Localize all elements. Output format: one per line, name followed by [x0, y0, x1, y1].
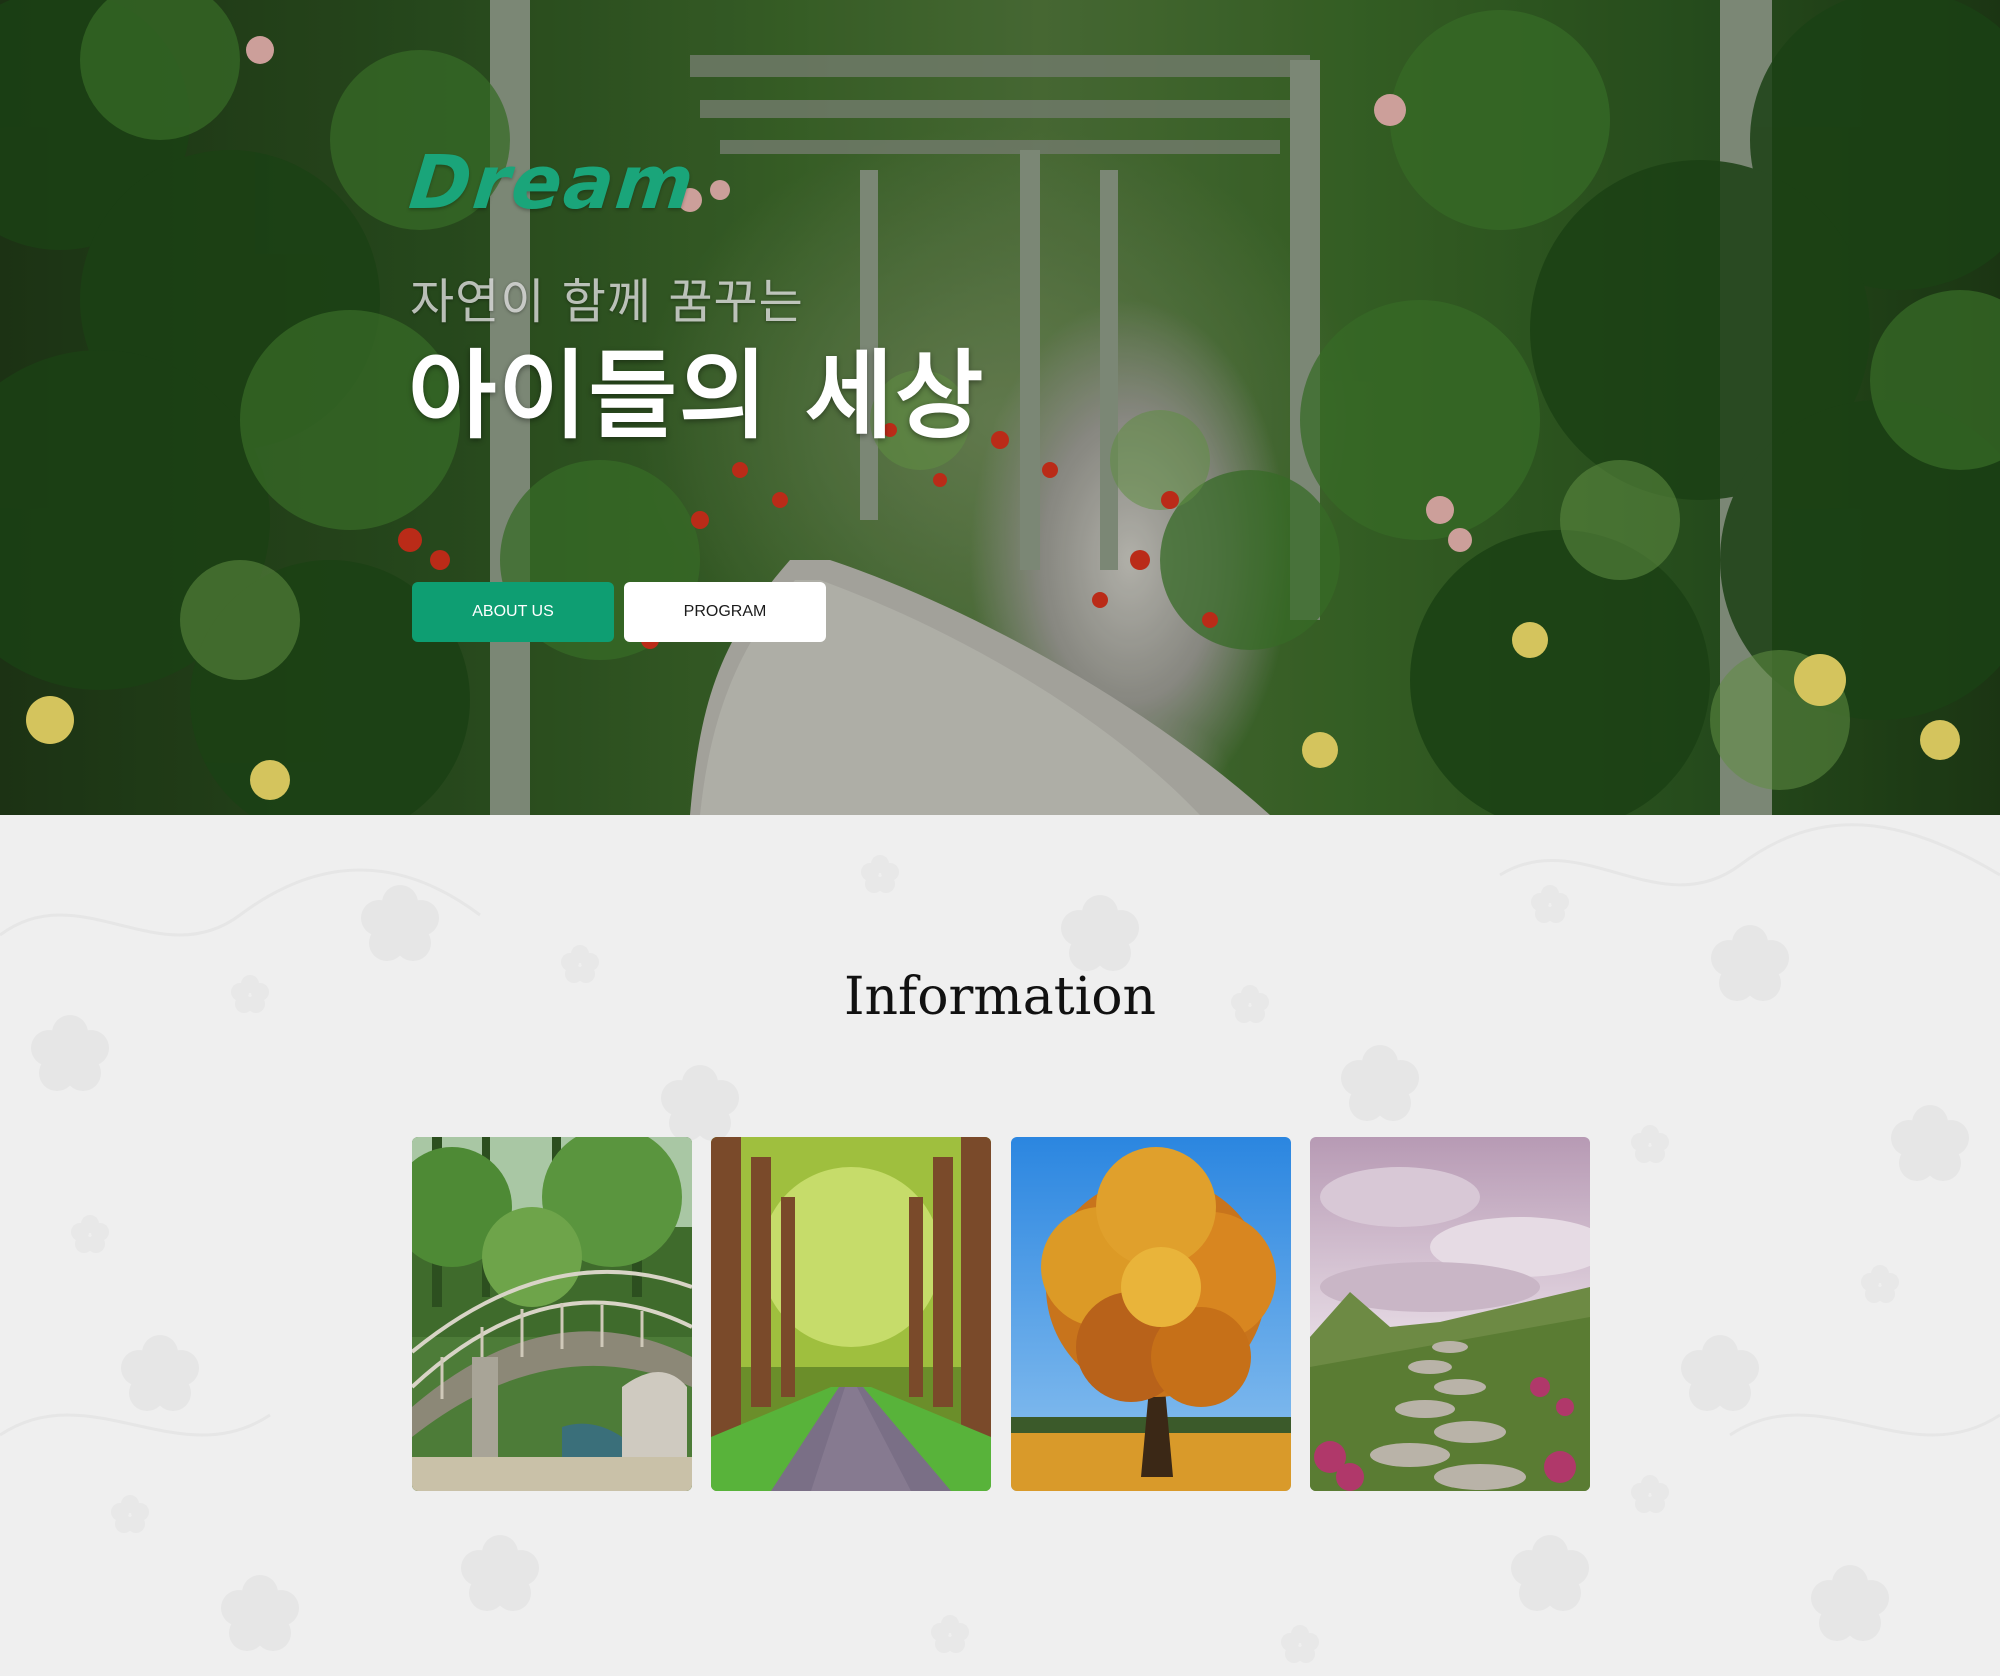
info-card-tree-path[interactable] [711, 1137, 991, 1491]
dream-logo: Dream [405, 140, 700, 226]
info-card-bridge[interactable] [412, 1137, 692, 1491]
stone-path-image [1310, 1137, 1590, 1491]
information-section: Information [0, 815, 2000, 1676]
floral-background-pattern [0, 823, 2000, 1663]
program-button[interactable]: PROGRAM [624, 582, 826, 642]
info-card-autumn-tree[interactable] [1011, 1137, 1291, 1491]
autumn-tree-image [1011, 1137, 1291, 1491]
information-title: Information [843, 967, 1157, 1027]
hero-section: Dream 자연이 함께 꿈꾸는 아이들의 세상 ABOUT US PROGRA… [0, 0, 2000, 815]
tree-lined-path-image [711, 1137, 991, 1491]
hero-title: 아이들의 세상 [408, 340, 986, 452]
info-card-stone-path[interactable] [1310, 1137, 1590, 1491]
about-us-button[interactable]: ABOUT US [412, 582, 614, 642]
hero-background-image [0, 0, 2000, 815]
wooden-bridge-image [412, 1137, 692, 1491]
